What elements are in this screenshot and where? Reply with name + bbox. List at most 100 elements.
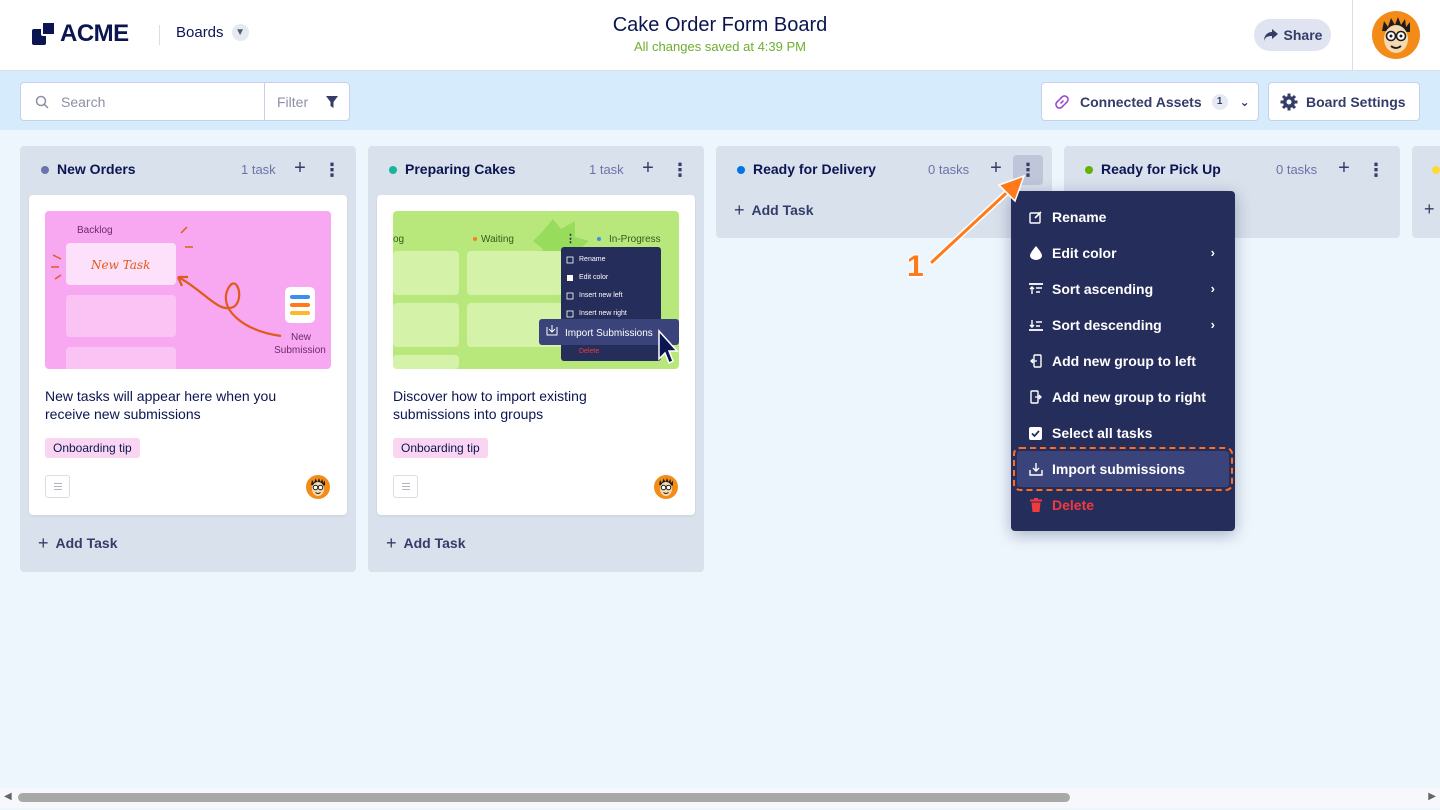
card-tag: Onboarding tip — [45, 438, 140, 458]
connected-assets-count: 1 — [1211, 93, 1228, 110]
column-color-dot — [1432, 166, 1440, 174]
new-label: New — [291, 332, 312, 343]
board-settings-label: Board Settings — [1306, 93, 1406, 110]
share-button[interactable]: Share — [1254, 19, 1331, 51]
chevron-down-icon: ⌄ — [1239, 94, 1250, 109]
acme-logo[interactable]: ACME — [32, 20, 129, 48]
column-header: Preparing Cakes 1 task + ⋮ — [368, 146, 704, 194]
add-task-button[interactable]: + — [1424, 200, 1435, 218]
menu-item-rename[interactable]: Rename — [1011, 199, 1235, 235]
column-name[interactable]: Ready for Pick Up — [1101, 161, 1221, 177]
chevron-down-icon: ▼ — [231, 24, 249, 41]
menu-item-sort-ascending[interactable]: Sort ascending › — [1011, 271, 1235, 307]
page-title: Cake Order Form Board — [612, 14, 828, 36]
menu-item-add-group-left[interactable]: Add new group to left — [1011, 343, 1235, 379]
share-icon — [1263, 29, 1278, 41]
column-color-dot — [41, 166, 49, 174]
task-card[interactable]: og Waiting In-Progress ⋮ Rename Edit col… — [377, 195, 695, 515]
menu-item-edit-color[interactable]: Edit color › — [1011, 235, 1235, 271]
header-divider — [1352, 0, 1353, 70]
left-group-label: og — [393, 234, 404, 245]
add-task-plus-button[interactable]: + — [637, 158, 659, 180]
plus-icon: + — [386, 533, 397, 553]
menu-item-label: Edit color — [1052, 245, 1117, 261]
user-avatar[interactable] — [1372, 11, 1420, 59]
mini-menu-edit-color: Edit color — [579, 274, 609, 281]
column-new-orders: New Orders 1 task + ⋮ Backlog New Task N… — [20, 146, 356, 572]
board-toolbar: Filter Connected Assets 1 ⌄ Board Settin… — [0, 71, 1440, 130]
task-card[interactable]: Backlog New Task New Submission New task… — [29, 195, 347, 515]
insert-left-icon — [1028, 354, 1043, 369]
board-settings-button[interactable]: Board Settings — [1268, 82, 1420, 121]
column-more-button[interactable]: ⋮ — [317, 155, 347, 185]
horizontal-scrollbar[interactable]: ◀ ▶ — [0, 788, 1440, 808]
checkbox-icon — [1028, 426, 1043, 441]
column-task-count: 1 task — [589, 162, 624, 177]
plus-icon: + — [734, 200, 745, 220]
in-progress-label: In-Progress — [609, 234, 661, 245]
trash-icon — [1028, 498, 1043, 513]
column-partial: + — [1412, 146, 1440, 238]
card-title: New tasks will appear here when you rece… — [45, 388, 277, 422]
description-icon — [45, 475, 70, 498]
card-image: Backlog New Task New Submission — [45, 211, 331, 369]
add-task-button[interactable]: + Add Task — [38, 534, 118, 552]
mini-menu-rename: Rename — [579, 256, 606, 263]
assignee-avatar[interactable] — [306, 475, 330, 499]
backlog-label: Backlog — [77, 225, 113, 236]
add-task-plus-button[interactable]: + — [1333, 158, 1355, 180]
insert-right-icon — [1028, 390, 1043, 405]
menu-item-sort-descending[interactable]: Sort descending › — [1011, 307, 1235, 343]
filter-icon — [326, 95, 339, 108]
connected-assets-button[interactable]: Connected Assets 1 ⌄ — [1041, 82, 1259, 121]
column-more-button[interactable]: ⋮ — [1361, 155, 1391, 185]
link-icon — [1055, 94, 1069, 109]
menu-item-label: Add new group to right — [1052, 389, 1206, 405]
search-box[interactable] — [20, 82, 265, 121]
column-name[interactable]: Preparing Cakes — [405, 161, 516, 177]
mini-delete-label: Delete — [579, 348, 599, 355]
description-icon — [393, 475, 418, 498]
menu-item-label: Sort descending — [1052, 317, 1162, 333]
boards-dropdown[interactable]: Boards ▼ — [176, 24, 249, 41]
menu-item-label: Sort ascending — [1052, 281, 1154, 297]
waiting-label: Waiting — [481, 234, 514, 245]
column-more-button[interactable]: ⋮ — [665, 155, 695, 185]
column-color-dot — [737, 166, 745, 174]
menu-item-add-group-right[interactable]: Add new group to right — [1011, 379, 1235, 415]
column-name[interactable]: New Orders — [57, 161, 136, 177]
gear-icon — [1280, 93, 1298, 110]
scroll-left-icon[interactable]: ◀ — [4, 791, 12, 802]
menu-item-delete[interactable]: Delete — [1011, 487, 1235, 523]
assignee-avatar[interactable] — [654, 475, 678, 499]
menu-item-select-all-tasks[interactable]: Select all tasks — [1011, 415, 1235, 451]
card-image: og Waiting In-Progress ⋮ Rename Edit col… — [393, 211, 679, 369]
column-task-count: 1 task — [241, 162, 276, 177]
mini-menu-insert-left: Insert new left — [579, 292, 623, 299]
add-task-plus-button[interactable]: + — [289, 158, 311, 180]
scroll-right-icon[interactable]: ▶ — [1428, 791, 1436, 802]
column-options-menu: Rename Edit color › Sort ascending › Sor… — [1011, 191, 1235, 531]
add-task-label: Add Task — [55, 535, 118, 551]
annotation-step-number: 1 — [907, 250, 924, 283]
app-header: ACME Boards ▼ Cake Order Form Board All … — [0, 0, 1440, 71]
add-task-button[interactable]: + Add Task — [734, 200, 814, 220]
add-task-button[interactable]: + Add Task — [386, 533, 466, 553]
search-input[interactable] — [61, 93, 241, 110]
chevron-right-icon: › — [1210, 245, 1215, 260]
mini-import-label: Import Submissions — [565, 328, 653, 339]
menu-item-import-submissions[interactable]: Import submissions — [1013, 447, 1233, 491]
scrollbar-thumb[interactable] — [18, 793, 1070, 802]
filter-button[interactable]: Filter — [264, 82, 350, 121]
connected-assets-label: Connected Assets — [1080, 93, 1202, 110]
chevron-right-icon: › — [1210, 317, 1215, 332]
add-task-label: Add Task — [403, 535, 466, 551]
column-color-dot — [1085, 166, 1093, 174]
menu-item-label: Import submissions — [1052, 461, 1186, 477]
share-label: Share — [1283, 27, 1323, 43]
menu-item-label: Add new group to left — [1052, 353, 1196, 369]
column-name[interactable]: Ready for Delivery — [753, 161, 876, 177]
sort-descending-icon — [1028, 318, 1043, 333]
logo-icon — [32, 21, 58, 47]
menu-item-label: Delete — [1052, 497, 1095, 513]
